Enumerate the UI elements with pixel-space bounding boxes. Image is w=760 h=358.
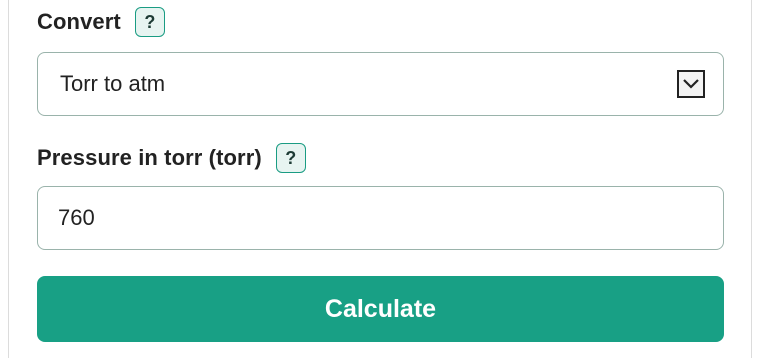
pressure-label-row: Pressure in torr (torr) ? [37, 140, 306, 176]
convert-label-row: Convert ? [37, 4, 165, 40]
chevron-down-icon[interactable] [677, 70, 705, 98]
pressure-help-button[interactable]: ? [275, 143, 306, 173]
convert-help-button[interactable]: ? [134, 7, 165, 37]
convert-label: Convert [37, 9, 121, 34]
converter-card: Convert ? Torr to atm Pressure in torr (… [8, 0, 752, 358]
pressure-input-value: 760 [58, 205, 95, 230]
pressure-label: Pressure in torr (torr) [37, 145, 262, 170]
convert-selected-option: Torr to atm [60, 71, 166, 96]
calculate-button[interactable]: Calculate [37, 276, 724, 342]
convert-select[interactable]: Torr to atm [37, 52, 724, 116]
pressure-input[interactable]: 760 [37, 186, 724, 250]
